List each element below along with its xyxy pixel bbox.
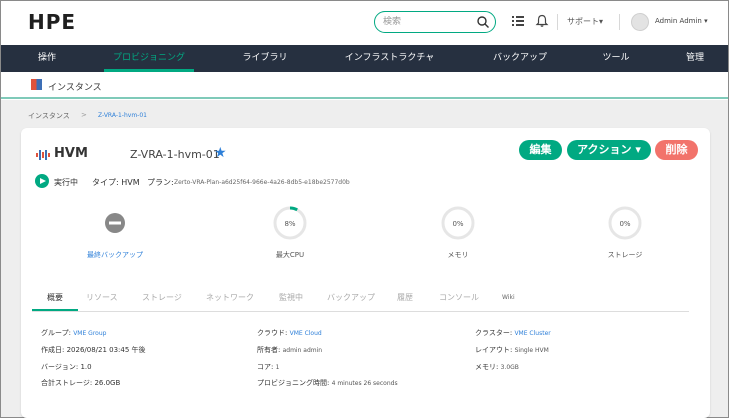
detail-provision-time: プロビジョニング時間: 4 minutes 26 seconds: [257, 378, 398, 388]
owner-value: admin admin: [282, 347, 323, 354]
tab-console[interactable]: コンソール: [439, 292, 479, 303]
layout-label: レイアウト:: [475, 346, 513, 354]
tab-backups[interactable]: バックアップ: [327, 292, 375, 303]
hvm-logo-icon: [36, 150, 50, 160]
hpe-logo[interactable]: HPE: [28, 10, 76, 34]
detail-created: 作成日: 2026/08/21 03:45 午後: [41, 346, 146, 354]
instance-type-badge: HVM: [54, 146, 88, 161]
detail-cores: コア: 1: [257, 362, 279, 372]
sub-header: インスタンス: [1, 72, 728, 99]
detail-cloud: クラウド: VME Cloud: [257, 328, 322, 338]
plan-label: プラン:: [147, 178, 174, 187]
tab-summary[interactable]: 概要: [47, 292, 63, 303]
breadcrumb-root[interactable]: インスタンス: [28, 111, 70, 121]
layout-value: Single HVM: [514, 347, 549, 354]
main-nav: 操作 プロビジョニング ライブラリ インフラストラクチャ バックアップ ツール …: [1, 45, 728, 72]
bell-icon[interactable]: [535, 14, 549, 28]
delete-button[interactable]: 削除: [655, 140, 698, 160]
status-label: 実行中: [54, 178, 78, 187]
nav-item-library[interactable]: ライブラリ: [239, 45, 291, 72]
group-link[interactable]: VME Group: [73, 330, 106, 337]
group-label: グループ:: [41, 329, 71, 337]
detail-layout: レイアウト: Single HVM: [475, 345, 549, 355]
instances-icon: [31, 79, 42, 90]
toolbar-divider: [557, 14, 558, 30]
sub-header-title: インスタンス: [48, 83, 102, 93]
nav-item-backups[interactable]: バックアップ: [489, 45, 551, 72]
cpu-label: 最大CPU: [275, 251, 305, 259]
nav-item-administration[interactable]: 管理: [684, 45, 706, 72]
cpu-gauge-value: 8%: [284, 220, 295, 228]
detail-total-storage: 合計ストレージ: 26.0GB: [41, 379, 121, 387]
cluster-label: クラスター:: [475, 329, 513, 337]
cloud-label: クラウド:: [257, 329, 288, 337]
tab-wiki[interactable]: Wiki: [502, 294, 515, 301]
instance-name: Z-VRA-1-hvm-01: [130, 148, 220, 161]
memory-label: メモリ: [447, 251, 469, 259]
provision-time-label: プロビジョニング時間:: [257, 379, 330, 387]
storage-label: ストレージ: [607, 251, 643, 259]
tab-monitoring[interactable]: 監視中: [279, 292, 303, 303]
tab-resources[interactable]: リソース: [86, 292, 118, 303]
memory-gauge-value: 0%: [452, 220, 463, 228]
tab-history[interactable]: 履歴: [397, 292, 413, 303]
memory-detail-value: 3.0GB: [500, 364, 519, 371]
search-input[interactable]: [383, 14, 475, 30]
tab-storage[interactable]: ストレージ: [142, 292, 182, 303]
breadcrumb-separator-icon: >: [81, 111, 87, 119]
backup-status-icon: [105, 213, 125, 233]
memory-gauge: 0%: [441, 206, 475, 240]
instance-card: [21, 128, 710, 418]
instance-type-text: タイプ: HVM: [92, 178, 140, 187]
cores-value: 1: [275, 364, 280, 371]
plan-value: Zerto-VRA-Plan-a6d25f64-966e-4a26-8db5-e…: [174, 179, 350, 186]
avatar[interactable]: [631, 13, 649, 31]
detail-memory: メモリ: 3.0GB: [475, 362, 519, 372]
tabs-divider: [32, 311, 689, 312]
storage-gauge: 0%: [608, 206, 642, 240]
support-menu[interactable]: サポート▾: [567, 16, 603, 27]
search-icon[interactable]: [476, 15, 490, 29]
cores-label: コア:: [257, 363, 274, 371]
owner-label: 所有者:: [257, 346, 281, 354]
tab-network[interactable]: ネットワーク: [206, 292, 254, 303]
actions-button[interactable]: アクション ▾: [567, 140, 651, 160]
search-box[interactable]: [374, 11, 496, 33]
list-icon[interactable]: [511, 14, 525, 28]
toolbar-divider: [619, 14, 620, 30]
detail-version: バージョン: 1.0: [41, 363, 92, 371]
nav-item-tools[interactable]: ツール: [601, 45, 631, 72]
provision-time-value: 4 minutes 26 seconds: [331, 380, 398, 387]
storage-gauge-value: 0%: [619, 220, 630, 228]
nav-item-infrastructure[interactable]: インフラストラクチャ: [342, 45, 437, 72]
running-status-icon: [35, 174, 49, 188]
last-backup-label[interactable]: 最終バックアップ: [72, 250, 158, 260]
breadcrumb-current[interactable]: Z-VRA-1-hvm-01: [98, 112, 147, 119]
edit-button[interactable]: 編集: [519, 140, 562, 160]
tab-active-indicator: [32, 309, 78, 311]
cpu-gauge-arc: [289, 206, 298, 212]
detail-cluster: クラスター: VME Cluster: [475, 328, 551, 338]
detail-owner: 所有者: admin admin: [257, 345, 322, 355]
cpu-gauge: 8%: [273, 206, 307, 240]
star-icon[interactable]: ★: [214, 146, 227, 160]
user-menu[interactable]: Admin Admin ▾: [655, 17, 708, 25]
nav-item-provisioning[interactable]: プロビジョニング: [104, 45, 194, 72]
nav-item-operations[interactable]: 操作: [35, 45, 59, 72]
cluster-link[interactable]: VME Cluster: [514, 330, 550, 337]
cloud-link[interactable]: VME Cloud: [290, 330, 322, 337]
detail-group: グループ: VME Group: [41, 328, 106, 338]
memory-detail-label: メモリ:: [475, 363, 499, 371]
